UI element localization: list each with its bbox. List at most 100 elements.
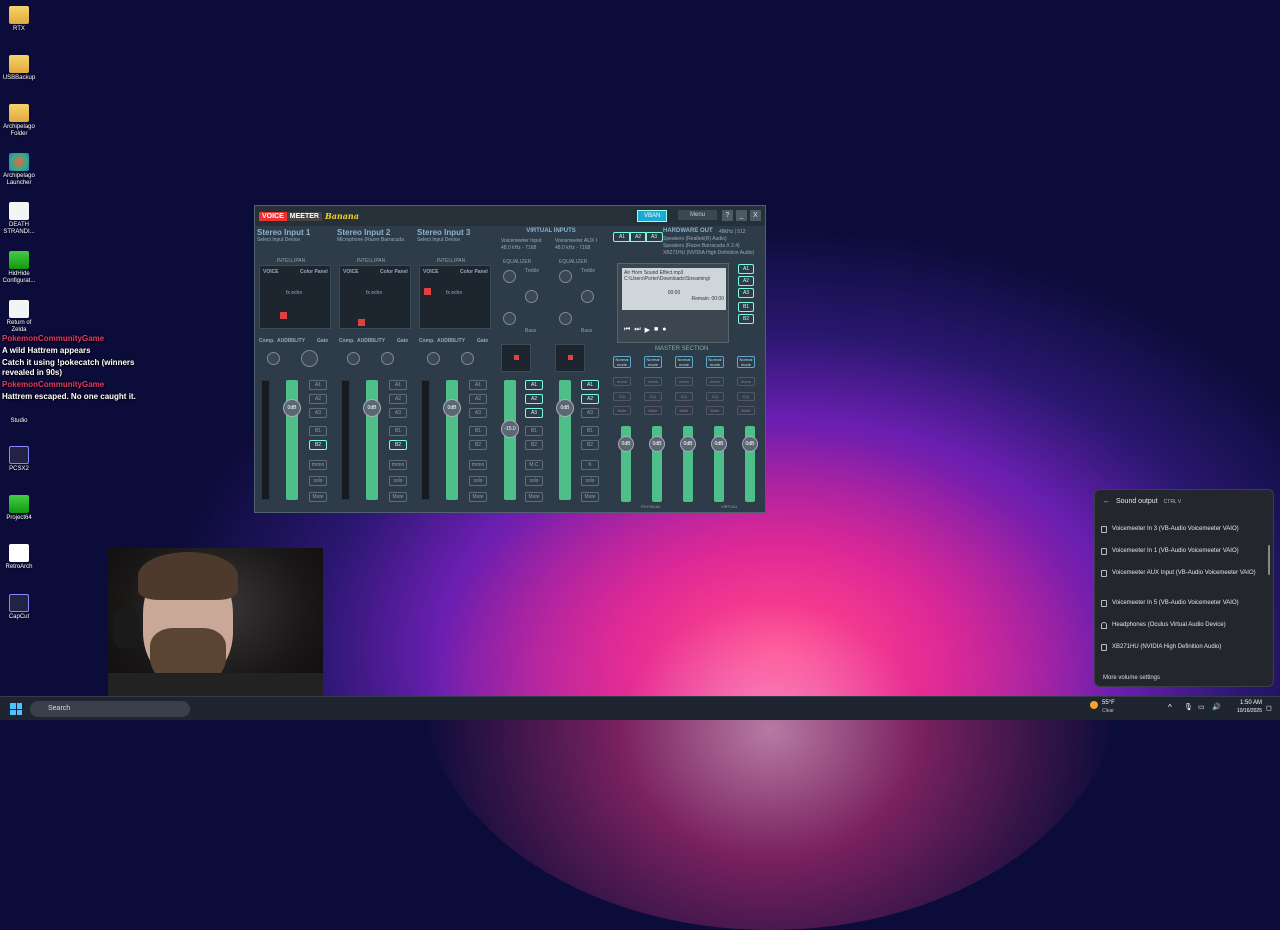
notification-icon[interactable]: ◻ xyxy=(1266,704,1272,712)
mono-button[interactable]: mono xyxy=(309,460,327,470)
mute-button[interactable]: Mute xyxy=(613,406,631,415)
mute-button[interactable]: Mute xyxy=(469,492,487,502)
fader-track[interactable] xyxy=(504,380,516,500)
mono-button[interactable]: mono xyxy=(613,377,631,386)
bus-b1-button[interactable]: B1 xyxy=(581,426,599,436)
hw-a3-button[interactable]: A3 xyxy=(645,232,663,242)
desktop-icon-studio[interactable]: Studio xyxy=(0,418,38,425)
sound-output-item[interactable]: Voicemeeter In 1 (VB-Audio Voicemeeter V… xyxy=(1101,548,1267,555)
desktop-icon-archipelago-folder[interactable]: Archipelago Folder xyxy=(0,104,38,138)
bus-a2-button[interactable]: A2 xyxy=(525,394,543,404)
bus-a2-button[interactable]: A2 xyxy=(389,394,407,404)
intellipan-pad[interactable]: VOICE Color Panel fx echo xyxy=(259,265,331,329)
fast-forward-icon[interactable]: ⏭ xyxy=(634,326,640,334)
tape-a1-button[interactable]: A1 xyxy=(738,264,754,274)
pan-cursor[interactable] xyxy=(280,312,287,319)
eq-knob[interactable] xyxy=(503,270,516,283)
eq-knob[interactable] xyxy=(503,312,516,325)
eq-knob[interactable] xyxy=(581,290,594,303)
desktop-icon-rtx[interactable]: RTX xyxy=(0,6,38,33)
close-button[interactable]: X xyxy=(750,210,761,221)
intellipan-pad[interactable]: VOICE Color Panel fx echo xyxy=(419,265,491,329)
bus-a2-button[interactable]: A2 xyxy=(469,394,487,404)
fader-knob[interactable]: 0dB xyxy=(443,399,461,417)
eq-button[interactable]: EQ xyxy=(706,392,724,401)
fader-knob[interactable]: 0dB xyxy=(742,436,758,452)
desktop-icon-hidhide[interactable]: HidHide Configurat... xyxy=(0,251,38,285)
pan-cursor[interactable] xyxy=(568,355,573,360)
weather-temp[interactable]: 55°F xyxy=(1102,700,1115,706)
bus-a3-button[interactable]: A3 xyxy=(309,408,327,418)
bus-a3-button[interactable]: A3 xyxy=(469,408,487,418)
strip-device[interactable]: Select Input Device xyxy=(417,237,495,243)
desktop-icon-project64[interactable]: Project64 xyxy=(0,495,38,522)
k-button[interactable]: K xyxy=(581,460,599,470)
fader-track[interactable] xyxy=(559,380,571,500)
clock-time[interactable]: 1:50 AM xyxy=(1234,700,1262,706)
fader-track[interactable] xyxy=(366,380,378,500)
strip-device[interactable]: Select Input Device xyxy=(257,237,335,243)
desktop-icon-usbbackup[interactable]: USBBackup xyxy=(0,55,38,82)
more-volume-settings-link[interactable]: More volume settings xyxy=(1103,675,1160,681)
sound-output-item[interactable]: XB271HU (NVIDIA High Definition Audio) xyxy=(1101,644,1267,651)
fader-knob[interactable]: 0dB xyxy=(618,436,634,452)
bus-b2-button[interactable]: B2 xyxy=(389,440,407,450)
solo-button[interactable]: solo xyxy=(525,476,543,486)
volume-icon[interactable]: 🔊 xyxy=(1212,703,1221,711)
sound-output-item[interactable]: Voicemeeter In 3 (VB-Audio Voicemeeter V… xyxy=(1101,526,1267,533)
mute-button[interactable]: Mute xyxy=(581,492,599,502)
tape-a2-button[interactable]: A2 xyxy=(738,276,754,286)
fader-knob[interactable]: 0dB xyxy=(649,436,665,452)
bus-b2-button[interactable]: B2 xyxy=(469,440,487,450)
bus-a3-button[interactable]: A3 xyxy=(581,408,599,418)
desktop-icon-zelda[interactable]: Return of Zelda xyxy=(0,300,38,334)
normal-mode-button[interactable]: Normal mode xyxy=(706,356,724,368)
solo-button[interactable]: solo xyxy=(469,476,487,486)
rewind-icon[interactable]: ⏮ xyxy=(624,326,630,334)
solo-button[interactable]: solo xyxy=(389,476,407,486)
eq-knob[interactable] xyxy=(525,290,538,303)
bus-b2-button[interactable]: B2 xyxy=(525,440,543,450)
chevron-up-icon[interactable]: ^ xyxy=(1168,703,1172,712)
bus-a1-button[interactable]: A1 xyxy=(309,380,327,390)
intellipan-pad[interactable]: VOICE Color Panel fx echo xyxy=(339,265,411,329)
comp-knob[interactable] xyxy=(267,352,280,365)
network-icon[interactable]: ▭ xyxy=(1198,703,1205,711)
search-box[interactable]: Search xyxy=(30,701,190,717)
eq-button[interactable]: EQ xyxy=(675,392,693,401)
strip-title[interactable]: Stereo Input 1 xyxy=(257,228,335,237)
audibility-knob[interactable] xyxy=(301,350,318,367)
start-button[interactable] xyxy=(10,703,22,715)
bus-b1-button[interactable]: B1 xyxy=(525,426,543,436)
mute-button[interactable]: Mute xyxy=(706,406,724,415)
bus-b2-button[interactable]: B2 xyxy=(581,440,599,450)
mono-button[interactable]: mono xyxy=(469,460,487,470)
bus-a1-button[interactable]: A1 xyxy=(469,380,487,390)
minimize-button[interactable]: _ xyxy=(736,210,747,221)
mc-button[interactable]: M.C xyxy=(525,460,543,470)
play-icon[interactable]: ▶ xyxy=(645,326,650,334)
comp-knob[interactable] xyxy=(347,352,360,365)
virtual-pan-pad[interactable] xyxy=(501,344,531,372)
tape-a3-button[interactable]: A3 xyxy=(738,288,754,298)
bus-b1-button[interactable]: B1 xyxy=(309,426,327,436)
fader-knob[interactable]: 0dB xyxy=(556,399,574,417)
audibility-knob[interactable] xyxy=(381,352,394,365)
comp-knob[interactable] xyxy=(427,352,440,365)
desktop-icon-retroarch[interactable]: RetroArch xyxy=(0,544,38,571)
fader-knob[interactable]: 0dB xyxy=(363,399,381,417)
mono-button[interactable]: mono xyxy=(706,377,724,386)
bus-a3-button[interactable]: A3 xyxy=(389,408,407,418)
pan-cursor[interactable] xyxy=(424,288,431,295)
normal-mode-button[interactable]: Normal mode xyxy=(737,356,755,368)
virtual-pan-pad[interactable] xyxy=(555,344,585,372)
mono-button[interactable]: mono xyxy=(737,377,755,386)
sound-output-item[interactable]: Voicemeeter AUX Input (VB-Audio Voicemee… xyxy=(1101,570,1267,577)
fader-track[interactable] xyxy=(446,380,458,500)
record-icon[interactable]: ● xyxy=(662,326,666,334)
normal-mode-button[interactable]: Normal mode xyxy=(613,356,631,368)
fader-track[interactable] xyxy=(286,380,298,500)
hw-device-a3[interactable]: XB271HU (NVIDIA High Definition Audio) xyxy=(663,250,754,256)
bus-a2-button[interactable]: A2 xyxy=(581,394,599,404)
hw-device-a2[interactable]: Speakers (Razer Barracuda X 2.4) xyxy=(663,243,740,249)
